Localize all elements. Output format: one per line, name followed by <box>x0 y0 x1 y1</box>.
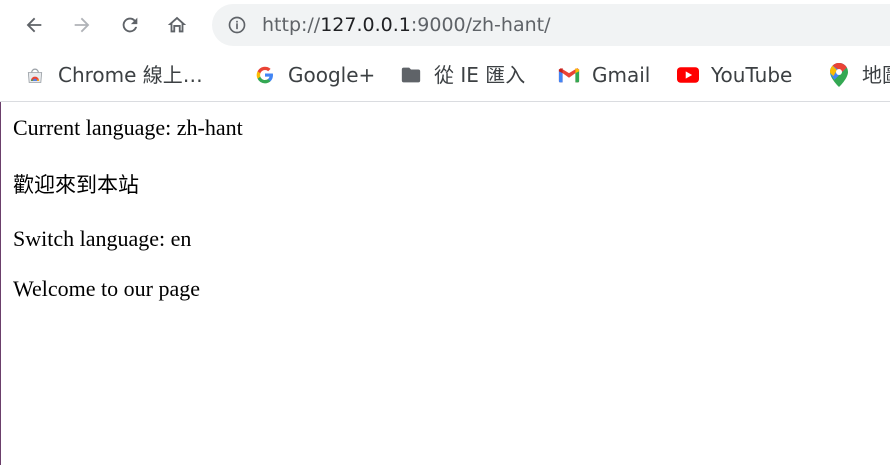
google-g-icon <box>254 64 276 86</box>
current-language-text: Current language: zh-hant <box>13 115 243 140</box>
home-button[interactable] <box>161 9 193 41</box>
bookmark-label: 從 IE 匯入 <box>434 63 526 87</box>
reload-icon <box>122 17 138 33</box>
url-scheme: http:// <box>262 14 321 36</box>
url-text[interactable]: http://127.0.0.1:9000/zh-hant/ <box>262 13 550 37</box>
bookmark-label: Gmail <box>592 63 651 87</box>
folder-icon <box>400 64 422 86</box>
reload-button[interactable] <box>114 9 146 41</box>
address-bar[interactable]: http://127.0.0.1:9000/zh-hant/ <box>212 4 890 46</box>
site-info-button[interactable] <box>226 14 248 36</box>
back-button[interactable] <box>18 9 50 41</box>
bookmarks-bar: Chrome 線上… Google+ 從 IE 匯入 Gmail YouTube… <box>0 50 890 102</box>
arrow-right-icon <box>74 17 90 33</box>
bookmark-gmail[interactable]: Gmail <box>558 60 650 90</box>
youtube-icon <box>677 64 699 86</box>
bookmark-maps[interactable]: 地圖 <box>828 60 890 90</box>
chrome-web-store-icon <box>24 64 46 86</box>
home-icon <box>167 16 187 33</box>
browser-toolbar: http://127.0.0.1:9000/zh-hant/ <box>0 0 890 50</box>
welcome-en-text: Welcome to our page <box>13 276 200 301</box>
welcome-zh-text: 歡迎來到本站 <box>13 173 139 197</box>
bookmark-label: 地圖 <box>862 63 890 87</box>
bookmark-chrome-web-store[interactable]: Chrome 線上… <box>24 60 203 90</box>
switch-language-link[interactable]: Switch language: en <box>13 226 191 252</box>
bookmark-folder-ie-import[interactable]: 從 IE 匯入 <box>400 60 525 90</box>
bookmark-label: Chrome 線上… <box>58 63 203 87</box>
url-host: 127.0.0.1 <box>320 14 411 36</box>
bookmark-youtube[interactable]: YouTube <box>677 60 792 90</box>
url-path: :9000/zh-hant/ <box>410 14 551 36</box>
bookmark-label: YouTube <box>711 63 793 87</box>
arrow-left-icon <box>26 17 42 33</box>
maps-pin-icon <box>828 63 850 87</box>
bookmark-label: Google+ <box>288 63 376 87</box>
bookmark-google-plus[interactable]: Google+ <box>254 60 375 90</box>
forward-button[interactable] <box>66 9 98 41</box>
info-icon <box>228 16 246 34</box>
gmail-icon <box>558 64 580 86</box>
